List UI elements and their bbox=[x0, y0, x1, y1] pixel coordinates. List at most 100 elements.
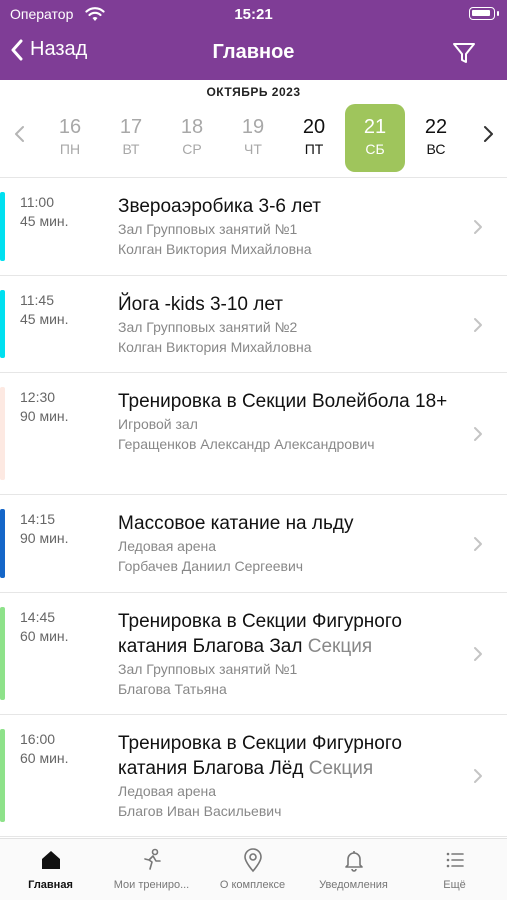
day-of-week: ВС bbox=[426, 141, 446, 157]
class-name: Тренировка в Секции Фигурного катания Бл… bbox=[118, 609, 458, 659]
tab-home[interactable]: Главная bbox=[0, 847, 101, 891]
battery-icon bbox=[469, 7, 499, 20]
class-info: Массовое катание на льду Ледовая арена Гор… bbox=[118, 511, 458, 576]
filter-icon[interactable] bbox=[451, 40, 477, 66]
trainer-name: Благов Иван Васильевич bbox=[118, 803, 282, 819]
chevron-right-icon bbox=[474, 537, 482, 551]
class-info: Тренировка в Секции Волейбола 18+ Игровой… bbox=[118, 389, 458, 454]
calendar-day-22[interactable]: 22 ВС bbox=[406, 104, 466, 172]
tab-label: О комплексе bbox=[219, 879, 286, 891]
back-button[interactable]: Назад bbox=[10, 38, 87, 61]
tab-bar: Главная Мои трениро... О комплексе Уведомле… bbox=[0, 838, 507, 900]
hall-name: Ледовая арена bbox=[118, 783, 217, 799]
duration: 60 мин. bbox=[20, 628, 69, 644]
chevron-right-icon bbox=[474, 769, 482, 783]
class-title: Массовое катание на льду bbox=[118, 513, 354, 534]
chevron-right-icon bbox=[474, 317, 482, 332]
calendar-day-20[interactable]: 20 ПТ bbox=[284, 104, 344, 172]
trainer-name: Колган Виктория Михайловна bbox=[118, 339, 312, 355]
tab-bell[interactable]: Уведомления bbox=[303, 847, 404, 891]
tab-label: Мои трениро... bbox=[113, 879, 190, 891]
day-number: 21 bbox=[363, 116, 387, 138]
calendar-day-17[interactable]: 17 ВТ bbox=[101, 104, 161, 172]
tab-label: Ещё bbox=[443, 879, 466, 891]
schedule-item[interactable]: 14:15 90 мин. Массовое катание на льду Ледо… bbox=[0, 495, 507, 593]
trainer-name: Геращенков Александр Александрович bbox=[118, 436, 375, 452]
trainer-name: Благова Татьяна bbox=[118, 681, 227, 697]
schedule-item[interactable]: 14:45 60 мин. Тренировка в Секции Фигурног… bbox=[0, 593, 507, 715]
next-week-arrow-icon[interactable] bbox=[480, 124, 496, 144]
home-icon bbox=[41, 851, 60, 869]
duration: 60 мин. bbox=[20, 750, 69, 766]
day-of-week: ЧТ bbox=[244, 141, 262, 157]
hall-name: Зал Групповых занятий №1 bbox=[118, 221, 298, 237]
day-number: 20 bbox=[302, 116, 326, 138]
category-color-bar bbox=[0, 387, 5, 480]
start-time: 14:15 bbox=[20, 511, 56, 527]
hall-name: Игровой зал bbox=[118, 416, 198, 432]
chevron-left-icon bbox=[11, 39, 23, 60]
duration: 90 мин. bbox=[20, 408, 69, 424]
duration: 45 мин. bbox=[20, 311, 69, 327]
tab-runner[interactable]: Мои трениро... bbox=[101, 847, 202, 891]
class-name: Тренировка в Секции Фигурного катания Бл… bbox=[118, 731, 458, 781]
schedule-item[interactable]: 11:45 45 мин. Йога -kids 3-10 лет Зал Групп… bbox=[0, 276, 507, 373]
day-number: 18 bbox=[180, 116, 204, 138]
class-name: Тренировка в Секции Волейбола 18+ bbox=[118, 389, 458, 414]
clock: 15:21 bbox=[234, 6, 273, 23]
duration: 90 мин. bbox=[20, 530, 69, 546]
chevron-right-icon bbox=[474, 647, 482, 661]
week-calendar: ОКТЯБРЬ 2023 16 ПН 17 ВТ 18 СР 19 ЧТ 20 ПТ 21 СБ 22 В… bbox=[0, 80, 507, 178]
class-title: Тренировка в Секции Волейбола 18+ bbox=[118, 391, 448, 412]
duration: 45 мин. bbox=[20, 213, 69, 229]
calendar-day-19[interactable]: 19 ЧТ bbox=[223, 104, 283, 172]
day-of-week: ВТ bbox=[122, 141, 140, 157]
trainer-name: Горбачев Даниил Сергеевич bbox=[118, 558, 304, 574]
schedule-item[interactable]: 12:30 90 мин. Тренировка в Секции Волейбол… bbox=[0, 373, 507, 495]
day-of-week: СР bbox=[182, 141, 202, 157]
start-time: 11:45 bbox=[20, 292, 54, 308]
day-of-week: ПТ bbox=[304, 141, 324, 157]
class-info: Звероаэробика 3-6 лет Зал Групповых занят… bbox=[118, 194, 458, 259]
more-list-icon bbox=[446, 852, 464, 868]
start-time: 16:00 bbox=[20, 731, 56, 747]
start-time: 14:45 bbox=[20, 609, 56, 625]
day-of-week: ПН bbox=[59, 141, 81, 157]
trainer-name: Колган Виктория Михайловна bbox=[118, 241, 312, 257]
class-title: Йога -kids 3-10 лет bbox=[118, 294, 284, 315]
day-number: 16 bbox=[58, 116, 82, 138]
navigation-bar: Назад Главное bbox=[0, 30, 507, 80]
app-header: Оператор 15:21 Назад Главное bbox=[0, 0, 507, 80]
previous-week-arrow-icon[interactable] bbox=[12, 124, 28, 144]
day-number: 19 bbox=[241, 116, 265, 138]
back-label: Назад bbox=[30, 38, 88, 60]
tab-location-pin[interactable]: О комплексе bbox=[202, 847, 303, 891]
schedule-item[interactable]: 11:00 45 мин. Звероаэробика 3-6 лет Зал Гру… bbox=[0, 178, 507, 276]
class-info: Тренировка в Секции Фигурного катания Бл… bbox=[118, 731, 458, 821]
day-number: 22 bbox=[424, 116, 448, 138]
category-color-bar bbox=[0, 607, 5, 700]
hall-name: Ледовая арена bbox=[118, 538, 217, 554]
class-title: Звероаэробика 3-6 лет bbox=[118, 196, 321, 217]
start-time: 12:30 bbox=[20, 389, 56, 405]
class-info: Йога -kids 3-10 лет Зал Групповых занятий… bbox=[118, 292, 458, 357]
runner-icon bbox=[143, 848, 161, 870]
calendar-day-18[interactable]: 18 СР bbox=[162, 104, 222, 172]
class-name: Массовое катание на льду bbox=[118, 511, 458, 536]
day-number: 17 bbox=[119, 116, 143, 138]
schedule-item[interactable]: 16:00 60 мин. Тренировка в Секции Фигурног… bbox=[0, 715, 507, 837]
tab-label: Главная bbox=[28, 879, 73, 891]
category-color-bar bbox=[0, 192, 5, 261]
chevron-right-icon bbox=[474, 220, 482, 234]
class-name: Звероаэробика 3-6 лет bbox=[118, 194, 458, 219]
class-info: Тренировка в Секции Фигурного катания Бл… bbox=[118, 609, 458, 699]
tab-more-list[interactable]: Ещё bbox=[404, 847, 505, 891]
calendar-day-21[interactable]: 21 СБ bbox=[345, 104, 405, 172]
status-bar: Оператор 15:21 bbox=[0, 0, 507, 30]
location-pin-icon bbox=[243, 848, 262, 873]
class-type-tag: Секция bbox=[308, 758, 374, 779]
category-color-bar bbox=[0, 509, 5, 578]
class-name: Йога -kids 3-10 лет bbox=[118, 292, 458, 317]
calendar-day-16[interactable]: 16 ПН bbox=[40, 104, 100, 172]
bell-icon bbox=[344, 851, 363, 872]
